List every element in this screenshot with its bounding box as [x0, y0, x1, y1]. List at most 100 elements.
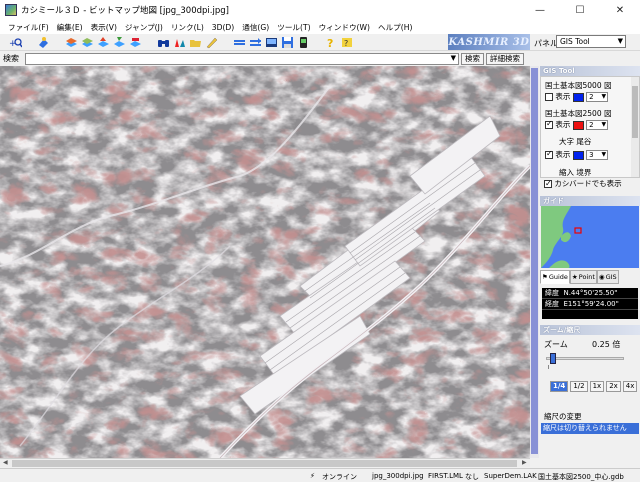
online-status: オンライン: [322, 473, 357, 481]
menu-link[interactable]: リンク(L): [167, 22, 208, 33]
gis-list-scrollbar[interactable]: [631, 77, 639, 177]
longitude-row: 経度 E151°59'24.00": [542, 299, 638, 310]
minimize-button[interactable]: —: [520, 0, 560, 20]
kashi-bird-label: カシバードでも表示: [554, 179, 622, 188]
color-swatch[interactable]: [572, 92, 584, 102]
flag-icon: ⚑: [542, 273, 548, 281]
waypoint-icon[interactable]: [172, 36, 186, 49]
menu-window[interactable]: ウィンドウ(W): [315, 22, 374, 33]
menu-tools[interactable]: ツール(T): [273, 22, 314, 33]
ruler-icon[interactable]: [204, 36, 218, 49]
menu-view[interactable]: 表示(V): [87, 22, 121, 33]
layer-up-icon[interactable]: [96, 36, 110, 49]
line-width-select[interactable]: 2 ▼: [586, 120, 609, 130]
kashi-bird-option[interactable]: カシバードでも表示: [540, 178, 640, 190]
gis-layer-name: 大字 尾谷: [559, 137, 592, 146]
layer-visible-checkbox[interactable]: [545, 149, 553, 159]
zoom-4x-button[interactable]: 4x: [622, 381, 638, 392]
binoculars-icon[interactable]: [156, 36, 170, 49]
layer-edit-icon[interactable]: [128, 36, 142, 49]
show-label: 表示: [555, 150, 571, 159]
menu-help[interactable]: ヘルプ(H): [374, 22, 416, 33]
gis-layer-list: 国土基本図5000 図 表示 2▼ 国土基本図2500 図 表示 2▼ 大字 尾…: [540, 76, 640, 178]
slider-ticks: [548, 365, 624, 369]
layer-visible-checkbox[interactable]: [545, 119, 553, 129]
zoom-buttons: 1/4 1/2 1x 2x 4x: [550, 381, 638, 392]
zoom-slider-thumb[interactable]: [549, 353, 556, 364]
menu-bar: ファイル(F) 編集(E) 表示(V) ジャンプ(J) リンク(L) 3D(D)…: [0, 20, 640, 34]
guide-map[interactable]: [541, 206, 639, 268]
status-file: jpg_300dpi.jpg: [372, 472, 424, 480]
scale-field: 縮尺は切り替えられません: [541, 423, 639, 434]
zoom-value: 0.25 倍: [592, 340, 621, 349]
tab-guide[interactable]: ⚑ Guide: [540, 270, 570, 284]
device-icon[interactable]: [296, 36, 310, 49]
map-horizontal-scrollbar[interactable]: ◀ ▶: [0, 458, 530, 467]
status-lml: FIRST.LML: [428, 472, 463, 480]
help-cursor-icon[interactable]: ?: [340, 36, 354, 49]
title-bar: カシミール３Ｄ - ビットマップ地図 [jpg_300dpi.jpg] — ☐ …: [0, 0, 640, 20]
add-layer-icon[interactable]: [64, 36, 78, 49]
info-bar: [542, 310, 638, 319]
chevron-down-icon: ▼: [617, 37, 623, 45]
show-label: 表示: [555, 92, 571, 101]
panel-select[interactable]: GIS Tool ▼: [556, 35, 626, 48]
zoom-1x-button[interactable]: 1x: [589, 381, 605, 392]
zoom-slider[interactable]: [546, 357, 624, 360]
window-title: カシミール３Ｄ - ビットマップ地図 [jpg_300dpi.jpg]: [21, 6, 229, 16]
screen-icon[interactable]: [264, 36, 278, 49]
scrollbar-thumb[interactable]: [12, 460, 517, 467]
save-icon[interactable]: [280, 36, 294, 49]
search-button[interactable]: 検索: [461, 52, 484, 65]
zoom-panel: ズーム 0.25 倍 1/4 1/2 1x 2x 4x: [540, 335, 640, 411]
menu-file[interactable]: ファイル(F): [4, 22, 53, 33]
layer-visible-checkbox[interactable]: [545, 93, 553, 101]
guide-tabs: ⚑ Guide ★ Point ◉ GIS: [540, 270, 640, 284]
zoom-search-icon[interactable]: +: [8, 36, 22, 49]
gis-layer-name: 国土基本図5000 図: [545, 81, 612, 90]
menu-edit[interactable]: 編集(E): [53, 22, 87, 33]
search-input[interactable]: ▼: [25, 52, 459, 65]
help-icon[interactable]: ?: [324, 36, 338, 49]
map-vertical-scrollbar[interactable]: [530, 66, 539, 458]
scroll-right-icon[interactable]: ▶: [522, 459, 527, 466]
maximize-button[interactable]: ☐: [560, 0, 600, 20]
online-icon: ⚡: [310, 472, 315, 480]
scrollbar-thumb[interactable]: [531, 68, 538, 454]
zoom-quarter-button[interactable]: 1/4: [550, 381, 569, 392]
map-view[interactable]: [0, 66, 530, 458]
panel-label: パネル: [534, 39, 558, 48]
menu-3d[interactable]: 3D(D): [208, 23, 238, 32]
menu-comm[interactable]: 通信(G): [238, 22, 273, 33]
chevron-down-icon: ▼: [601, 151, 607, 158]
gis-layer-row: 表示 2▼: [545, 91, 609, 102]
app-icon: [5, 4, 17, 16]
right-panel: GIS Tool 国土基本図5000 図 表示 2▼ 国土基本図2500 図 表…: [540, 66, 640, 468]
chevron-down-icon: ▼: [450, 53, 456, 62]
zoom-2x-button[interactable]: 2x: [606, 381, 621, 392]
zoom-label: ズーム: [544, 340, 568, 349]
globe-icon: ◉: [598, 273, 605, 281]
status-none: なし: [465, 473, 479, 481]
pin-icon[interactable]: [36, 36, 50, 49]
tab-point[interactable]: ★ Point: [569, 270, 597, 284]
zoom-half-button[interactable]: 1/2: [570, 381, 588, 392]
menu-jump[interactable]: ジャンプ(J): [121, 22, 167, 33]
line-width-select[interactable]: 2 ▼: [586, 92, 609, 102]
status-bar: ⚡ オンライン jpg_300dpi.jpg FIRST.LML なし Supe…: [0, 468, 640, 482]
line-width-select[interactable]: 3 ▼: [586, 150, 609, 160]
color-swatch[interactable]: [572, 120, 584, 130]
scroll-left-icon[interactable]: ◀: [3, 459, 8, 466]
remove-layer-icon[interactable]: [80, 36, 94, 49]
folder-icon[interactable]: [188, 36, 202, 49]
scrollbar-thumb[interactable]: [632, 86, 638, 138]
detail-search-button[interactable]: 詳細検索: [486, 52, 524, 65]
svg-text:?: ?: [327, 37, 333, 49]
tab-gis[interactable]: ◉ GIS: [596, 270, 619, 284]
arrow-left-icon[interactable]: [232, 36, 246, 49]
close-button[interactable]: ✕: [600, 0, 640, 20]
layer-down-icon[interactable]: [112, 36, 126, 49]
kashi-bird-checkbox[interactable]: [544, 178, 552, 190]
color-swatch[interactable]: [572, 150, 584, 160]
arrow-right-icon[interactable]: [248, 36, 262, 49]
